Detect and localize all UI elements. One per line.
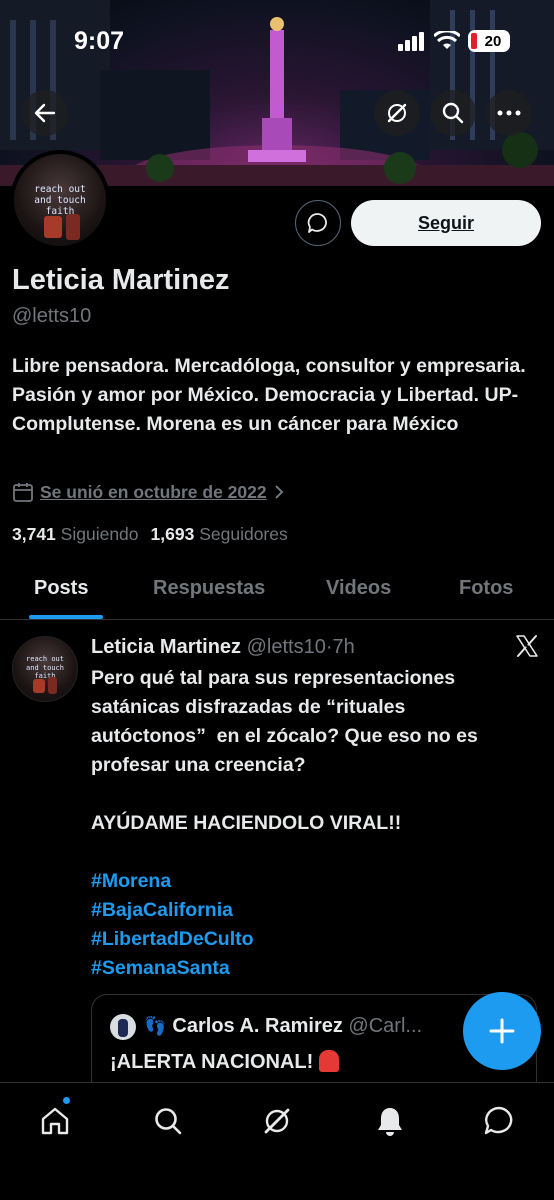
following-count: 3,741 bbox=[12, 524, 56, 544]
battery-indicator: 20 bbox=[468, 30, 510, 52]
arrow-left-icon bbox=[34, 103, 56, 123]
hashtag-link[interactable]: #SemanaSanta bbox=[91, 954, 254, 983]
grok-button[interactable] bbox=[374, 90, 420, 136]
joined-date[interactable]: Se unió en octubre de 2022 bbox=[12, 481, 285, 503]
hashtag-link[interactable]: #Morena bbox=[91, 867, 254, 896]
post-avatar-image: reach out and touch faith bbox=[13, 637, 77, 701]
search-button[interactable] bbox=[430, 90, 476, 136]
messages-icon bbox=[484, 1106, 513, 1135]
post-header[interactable]: Leticia Martinez @letts10·7h bbox=[91, 636, 355, 659]
post-handle: @letts10 bbox=[246, 636, 326, 658]
quote-text: ¡ALERTA NACIONAL! bbox=[110, 1050, 340, 1074]
nav-search[interactable] bbox=[148, 1101, 188, 1141]
status-icons: 20 bbox=[398, 30, 510, 52]
post-text[interactable]: Pero qué tal para sus representaciones s… bbox=[91, 664, 537, 838]
following-label: Siguiendo bbox=[60, 524, 139, 544]
quote-author: Carlos A. Ramirez bbox=[172, 1015, 343, 1037]
avatar-caption: reach out and touch faith bbox=[34, 184, 86, 217]
compose-button[interactable] bbox=[463, 992, 541, 1070]
hashtag-link[interactable]: #LibertadDeCulto bbox=[91, 925, 254, 954]
avatar-figure bbox=[44, 216, 62, 238]
avatar-figure-2 bbox=[66, 214, 80, 240]
profile-avatar[interactable]: reach out and touch faith bbox=[10, 150, 110, 250]
nav-notifications[interactable] bbox=[370, 1101, 410, 1141]
home-notification-dot bbox=[63, 1097, 70, 1104]
siren-icon bbox=[319, 1050, 340, 1072]
back-button[interactable] bbox=[22, 90, 68, 136]
followers-label: Seguidores bbox=[199, 524, 288, 544]
quote-handle: @Carl... bbox=[348, 1015, 423, 1037]
x-logo-icon bbox=[515, 634, 539, 663]
bottom-nav bbox=[0, 1082, 554, 1200]
signal-icon bbox=[398, 32, 424, 51]
home-icon bbox=[41, 1107, 69, 1135]
post-author: Leticia Martinez bbox=[91, 636, 242, 658]
battery-level: 20 bbox=[484, 32, 502, 50]
nav-home[interactable] bbox=[35, 1101, 75, 1141]
tab-respuestas[interactable]: Respuestas bbox=[153, 577, 265, 600]
post-text-blank bbox=[91, 780, 537, 809]
grok-icon bbox=[264, 1108, 290, 1134]
bell-icon bbox=[378, 1108, 402, 1136]
profile-name: Leticia Martinez bbox=[12, 264, 230, 296]
wifi-icon bbox=[434, 31, 460, 49]
post-text-line: Pero qué tal para sus representaciones bbox=[91, 667, 456, 689]
post-hashtags: #Morena #BajaCalifornia #LibertadDeCulto… bbox=[91, 867, 254, 983]
avatar-image: reach out and touch faith bbox=[14, 154, 106, 246]
grok-icon bbox=[387, 103, 407, 123]
tab-posts[interactable]: Posts bbox=[34, 577, 88, 600]
post-avatar-figure-2 bbox=[48, 677, 57, 694]
nav-grok[interactable] bbox=[257, 1101, 297, 1141]
more-button[interactable] bbox=[486, 90, 532, 136]
status-bar: 9:07 20 bbox=[0, 0, 554, 80]
post-avatar-caption: reach out and touch faith bbox=[26, 655, 64, 680]
followers-link[interactable]: 1,693 Seguidores bbox=[151, 524, 288, 544]
post-text-line: autóctonos” en el zócalo? Que eso no es bbox=[91, 725, 478, 747]
quote-header: 👣 Carlos A. Ramirez @Carl... bbox=[144, 1015, 422, 1038]
calendar-icon bbox=[13, 483, 33, 502]
profile-handle: @letts10 bbox=[12, 305, 92, 327]
plus-icon bbox=[489, 1018, 515, 1044]
profile-bio: Libre pensadora. Mercadóloga, consultor … bbox=[12, 355, 526, 435]
post-separator: · bbox=[325, 636, 333, 658]
post-time: 7h bbox=[332, 636, 355, 658]
tab-videos[interactable]: Videos bbox=[326, 577, 391, 600]
followers-count: 1,693 bbox=[150, 524, 195, 544]
joined-text: Se unió en octubre de 2022 bbox=[40, 481, 267, 502]
nav-messages[interactable] bbox=[479, 1101, 519, 1141]
active-tab-indicator bbox=[29, 615, 103, 619]
tab-fotos[interactable]: Fotos bbox=[459, 577, 513, 600]
search-icon bbox=[155, 1108, 182, 1135]
post-text-line: satánicas disfrazadas de “rituales bbox=[91, 696, 406, 718]
following-link[interactable]: 3,741 Siguiendo bbox=[12, 524, 139, 544]
follow-stats: 3,741 Siguiendo 1,693 Seguidores bbox=[12, 524, 288, 545]
message-icon bbox=[307, 213, 327, 233]
post-avatar[interactable]: reach out and touch faith bbox=[12, 636, 78, 702]
search-icon bbox=[442, 102, 464, 124]
footprints-icon: 👣 bbox=[144, 1016, 167, 1036]
quote-avatar bbox=[110, 1014, 136, 1040]
message-button[interactable] bbox=[295, 200, 341, 246]
hashtag-link[interactable]: #BajaCalifornia bbox=[91, 896, 254, 925]
profile-tabs: Posts Respuestas Videos Fotos bbox=[0, 560, 554, 620]
follow-button[interactable]: Seguir bbox=[351, 200, 541, 246]
quote-text-content: ¡ALERTA NACIONAL! bbox=[110, 1051, 314, 1073]
more-icon bbox=[497, 110, 521, 116]
status-time: 9:07 bbox=[74, 27, 125, 55]
chevron-right-icon bbox=[274, 485, 284, 499]
post-text-line: AYÚDAME HACIENDOLO VIRAL!! bbox=[91, 812, 402, 834]
post-text-line: profesar una creencia? bbox=[91, 754, 306, 776]
post-avatar-figure bbox=[33, 679, 45, 693]
